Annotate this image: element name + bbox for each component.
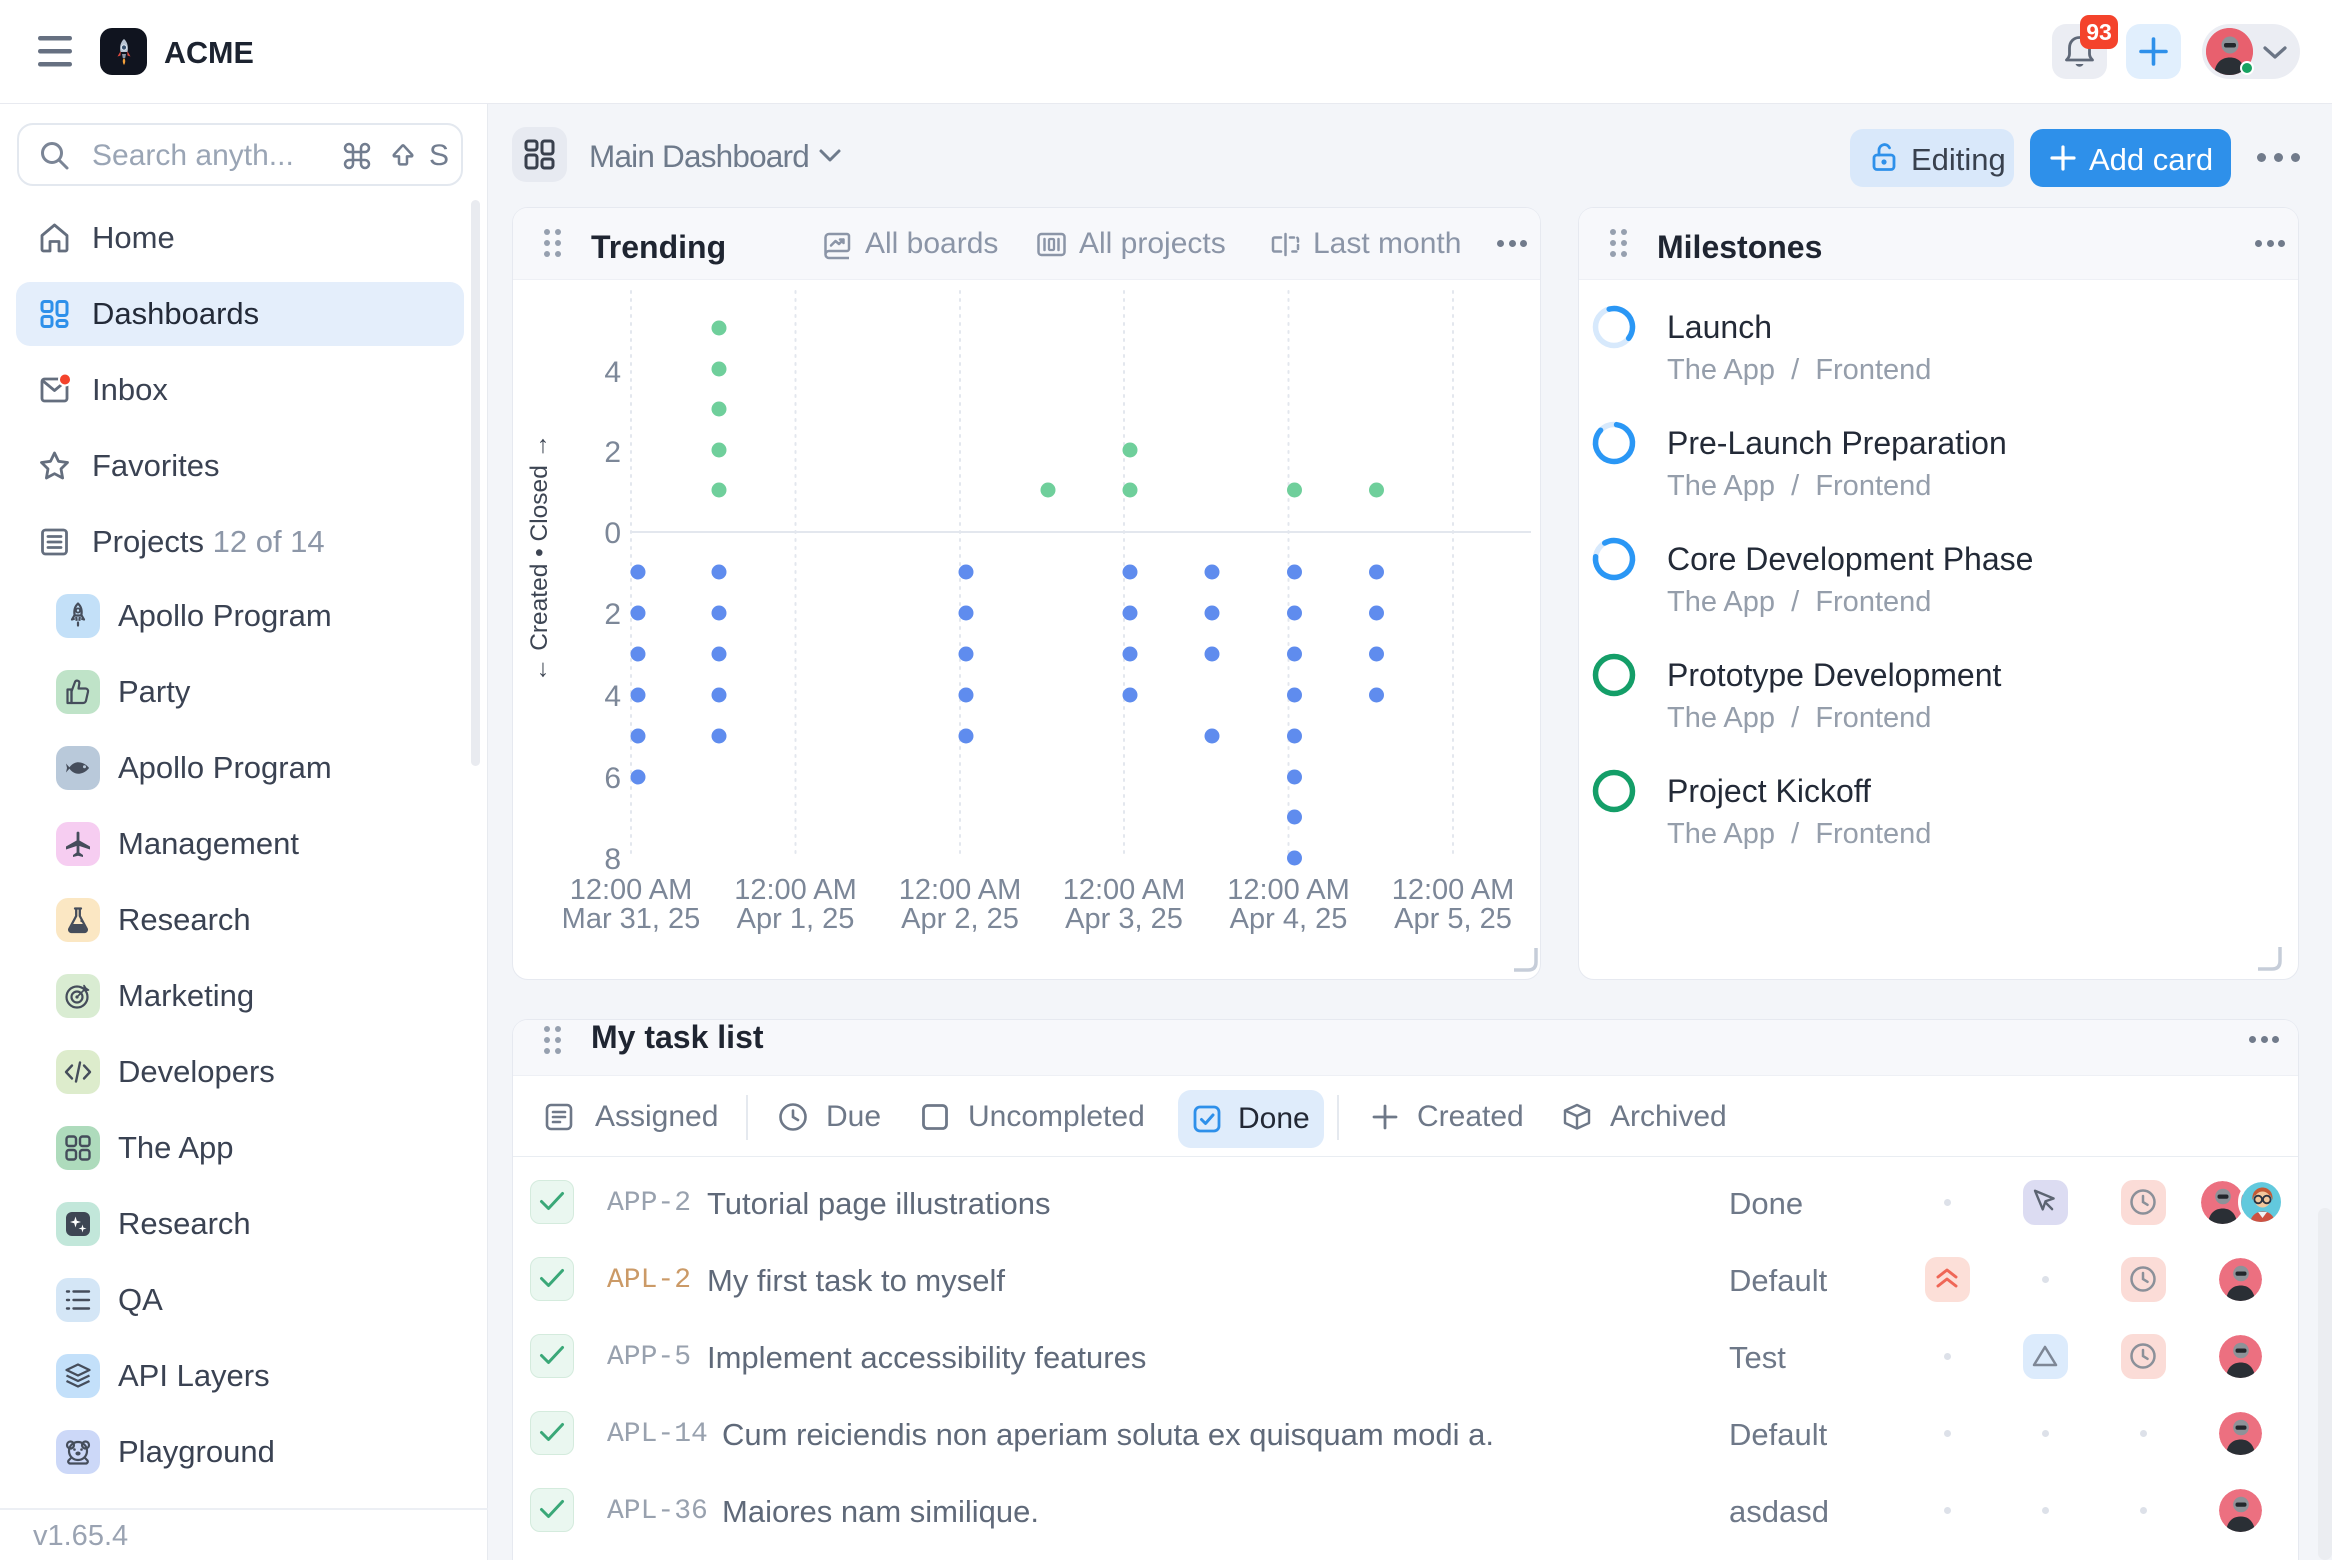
svg-text:12:00 AM: 12:00 AM: [1227, 874, 1350, 906]
svg-text:12:00 AM: 12:00 AM: [1063, 874, 1186, 906]
svg-text:Launch: Launch: [1667, 309, 1772, 345]
svg-text:The App / Frontend: The App / Frontend: [1667, 702, 1931, 734]
svg-text:Apr 5, 25: Apr 5, 25: [1394, 903, 1512, 935]
svg-text:Core Development Phase: Core Development Phase: [1667, 541, 2033, 577]
svg-text:0: 0: [604, 517, 621, 550]
svg-text:8: 8: [604, 843, 621, 876]
svg-text:2: 2: [604, 436, 621, 469]
svg-text:Apr 2, 25: Apr 2, 25: [901, 903, 1019, 935]
svg-text:Pre-Launch Preparation: Pre-Launch Preparation: [1667, 425, 2007, 461]
svg-text:2: 2: [604, 598, 621, 631]
svg-text:4: 4: [604, 680, 621, 713]
svg-text:The App / Frontend: The App / Frontend: [1667, 818, 1931, 850]
svg-text:Prototype Development: Prototype Development: [1667, 657, 2002, 693]
svg-text:4: 4: [604, 356, 621, 389]
svg-text:Apr 4, 25: Apr 4, 25: [1230, 903, 1348, 935]
svg-text:12:00 AM: 12:00 AM: [734, 874, 857, 906]
svg-text:Apr 1, 25: Apr 1, 25: [737, 903, 855, 935]
svg-text:← Created • Closed →: ← Created • Closed →: [526, 434, 553, 682]
svg-text:12:00 AM: 12:00 AM: [1392, 874, 1515, 906]
svg-text:The App / Frontend: The App / Frontend: [1667, 470, 1931, 502]
svg-text:12:00 AM: 12:00 AM: [570, 874, 693, 906]
svg-text:Project Kickoff: Project Kickoff: [1667, 773, 1871, 809]
svg-text:Mar 31, 25: Mar 31, 25: [562, 903, 701, 935]
svg-text:The App / Frontend: The App / Frontend: [1667, 354, 1931, 386]
svg-text:12:00 AM: 12:00 AM: [899, 874, 1022, 906]
svg-text:The App / Frontend: The App / Frontend: [1667, 586, 1931, 618]
svg-text:6: 6: [604, 762, 621, 795]
svg-text:Apr 3, 25: Apr 3, 25: [1065, 903, 1183, 935]
